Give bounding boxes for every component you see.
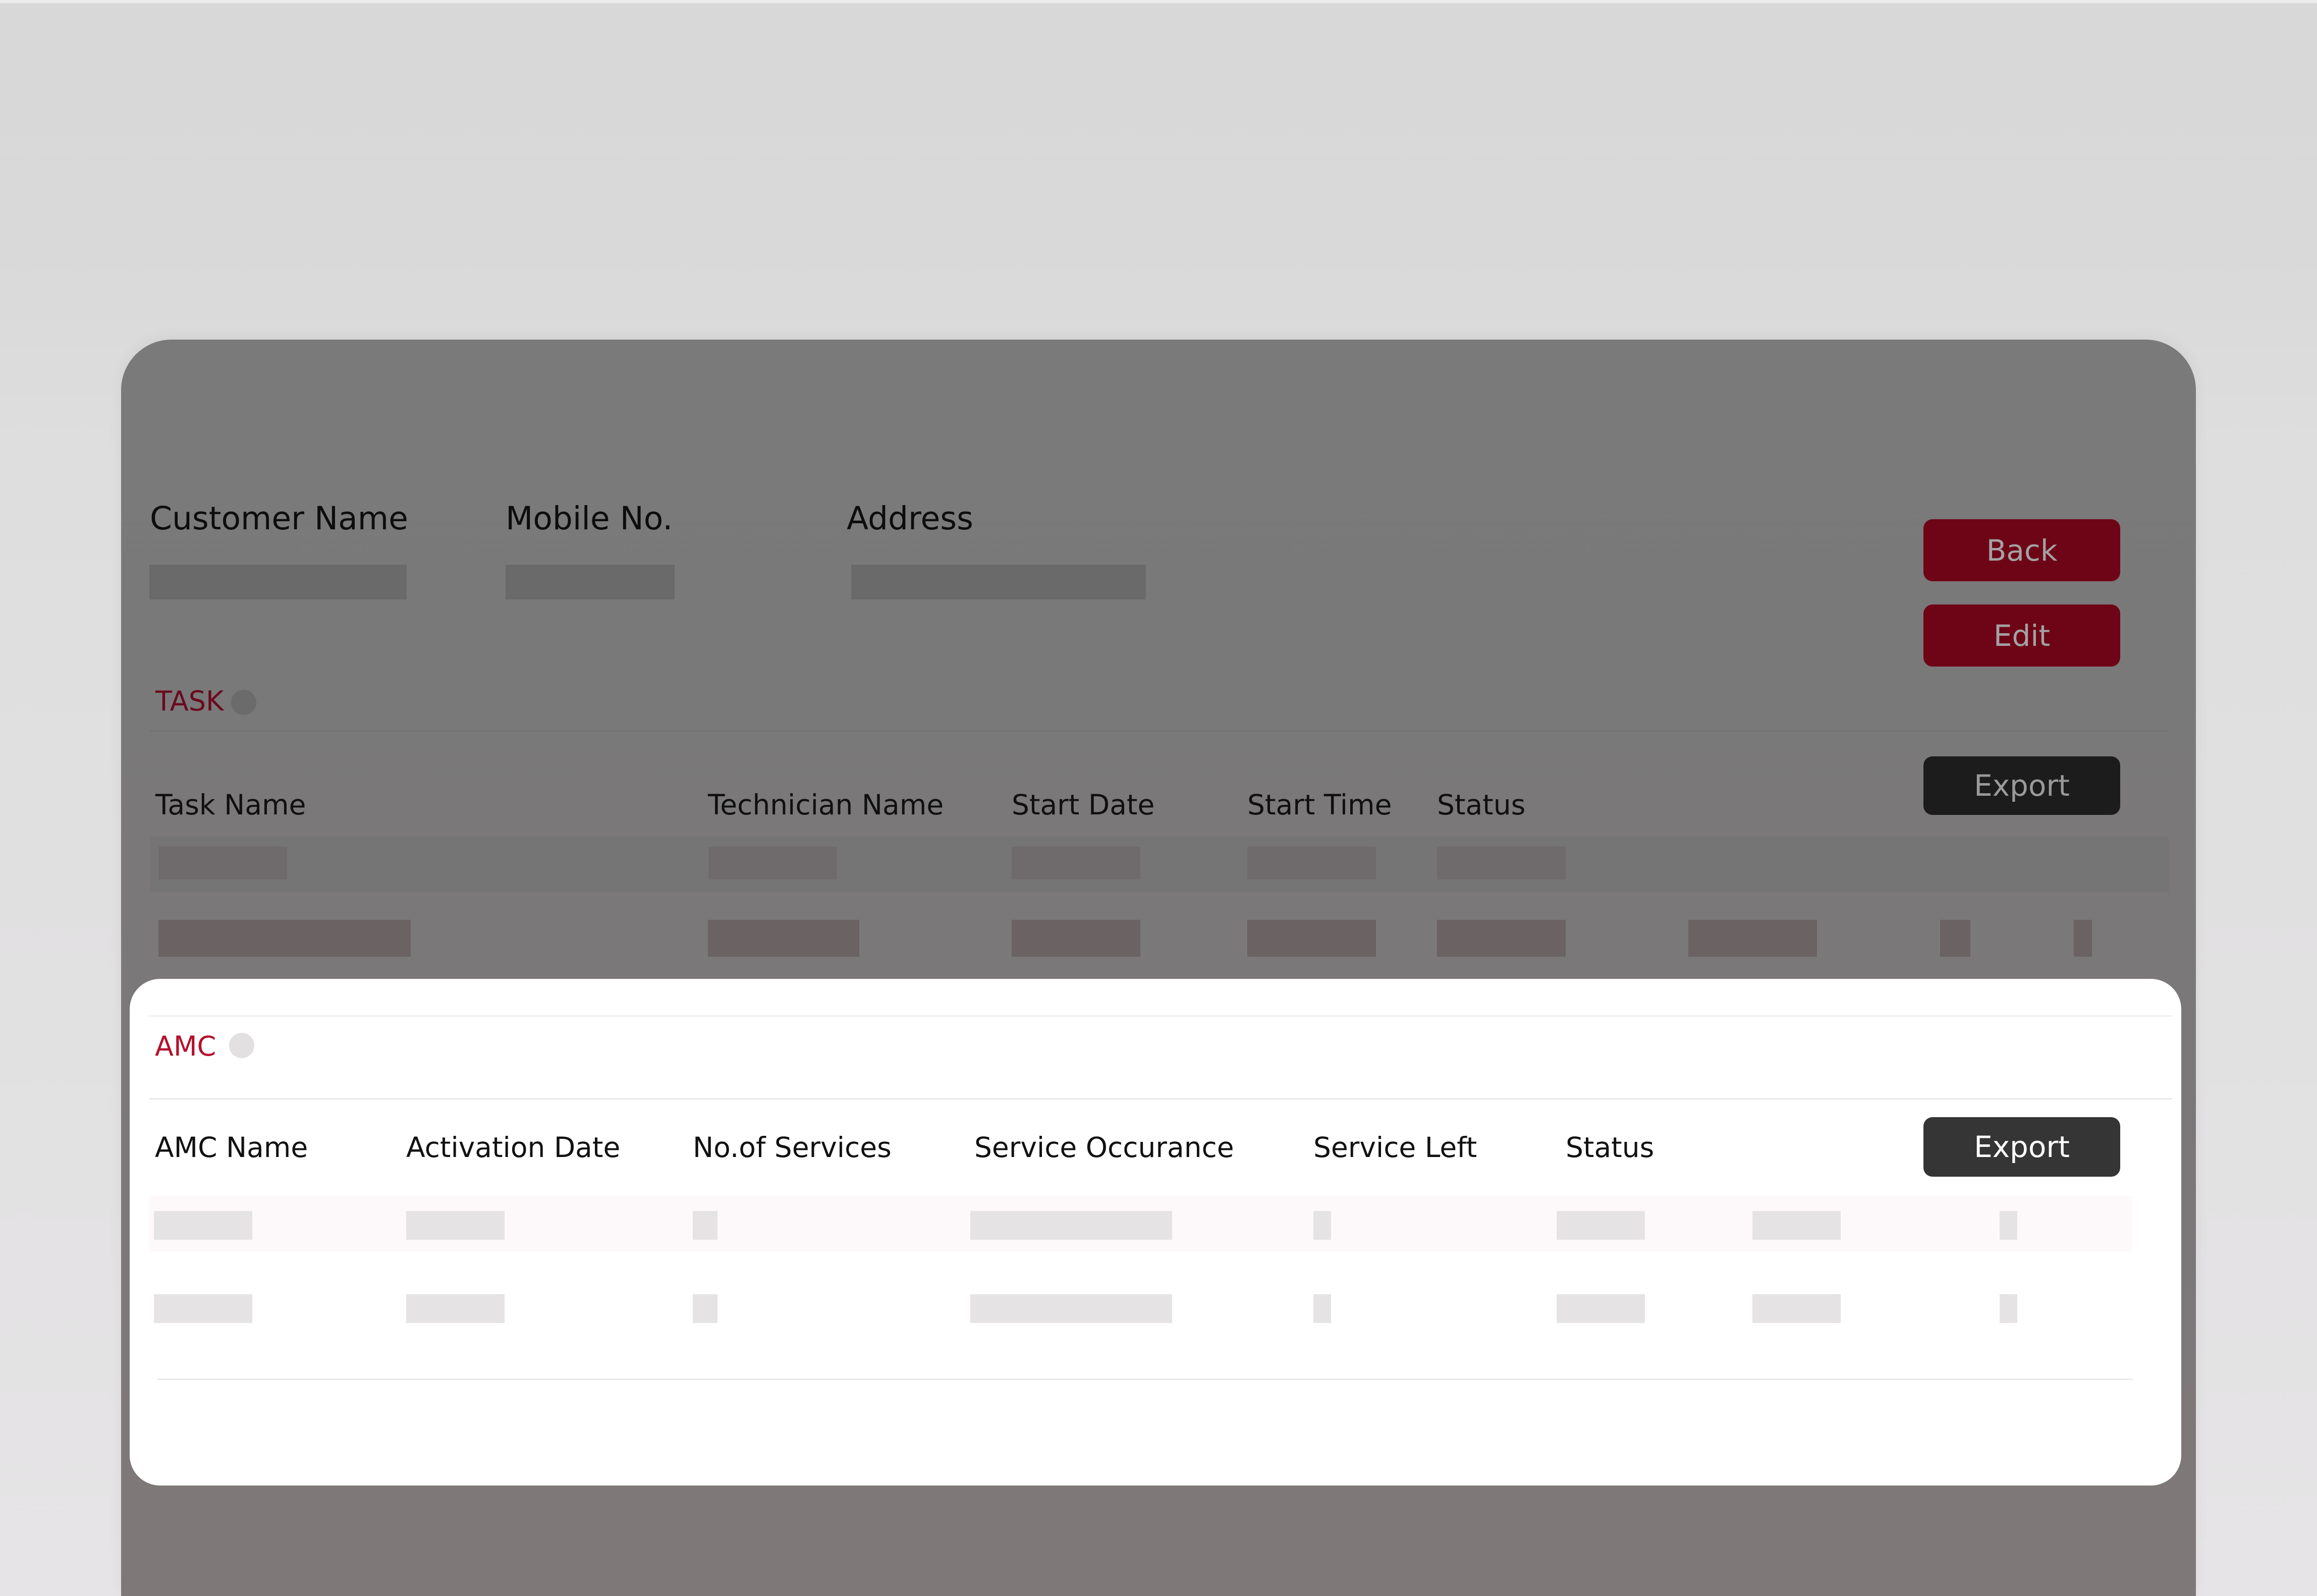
back-button[interactable]: Back — [1923, 519, 2120, 581]
amc-col-service-left: Service Left — [1313, 1131, 1477, 1164]
task-status-dot-icon — [231, 690, 256, 715]
amc-table-bottom-divider — [157, 1379, 2133, 1380]
task-col-start-time: Start Time — [1247, 789, 1392, 821]
task-export-button[interactable]: Export — [1923, 756, 2120, 815]
amc-table-row — [149, 1196, 2132, 1251]
amc-status-dot-icon — [229, 1033, 254, 1058]
edit-button[interactable]: Edit — [1923, 604, 2120, 667]
amc-table-row — [149, 1282, 2132, 1327]
task-table-row — [150, 910, 2169, 957]
customer-name-value-placeholder — [149, 565, 407, 599]
amc-section-title[interactable]: AMC — [155, 1030, 216, 1062]
task-table-row — [150, 837, 2169, 892]
amc-section-panel: AMC AMC Name Activation Date No.of Servi… — [130, 979, 2181, 1485]
amc-col-service-occurance: Service Occurance — [974, 1131, 1234, 1164]
task-col-task-name: Task Name — [155, 789, 306, 821]
address-value-placeholder — [851, 565, 1146, 599]
amc-col-amc-name: AMC Name — [155, 1131, 308, 1164]
customer-name-label: Customer Name — [150, 500, 408, 537]
window-top-edge — [0, 0, 2317, 3]
task-section-title[interactable]: TASK — [155, 685, 224, 717]
amc-top-divider — [149, 1015, 2172, 1017]
amc-export-button[interactable]: Export — [1923, 1117, 2120, 1177]
task-col-start-date: Start Date — [1012, 789, 1155, 821]
task-col-status: Status — [1437, 789, 1526, 821]
mobile-no-value-placeholder — [506, 565, 675, 599]
amc-header-divider — [149, 1098, 2172, 1099]
amc-col-activation-date: Activation Date — [406, 1131, 621, 1164]
mobile-no-label: Mobile No. — [506, 500, 673, 537]
task-header-divider — [150, 730, 2169, 732]
amc-col-no-of-services: No.of Services — [693, 1131, 892, 1164]
address-label: Address — [847, 500, 973, 537]
task-col-technician-name: Technician Name — [708, 789, 944, 821]
amc-col-status: Status — [1566, 1131, 1654, 1164]
